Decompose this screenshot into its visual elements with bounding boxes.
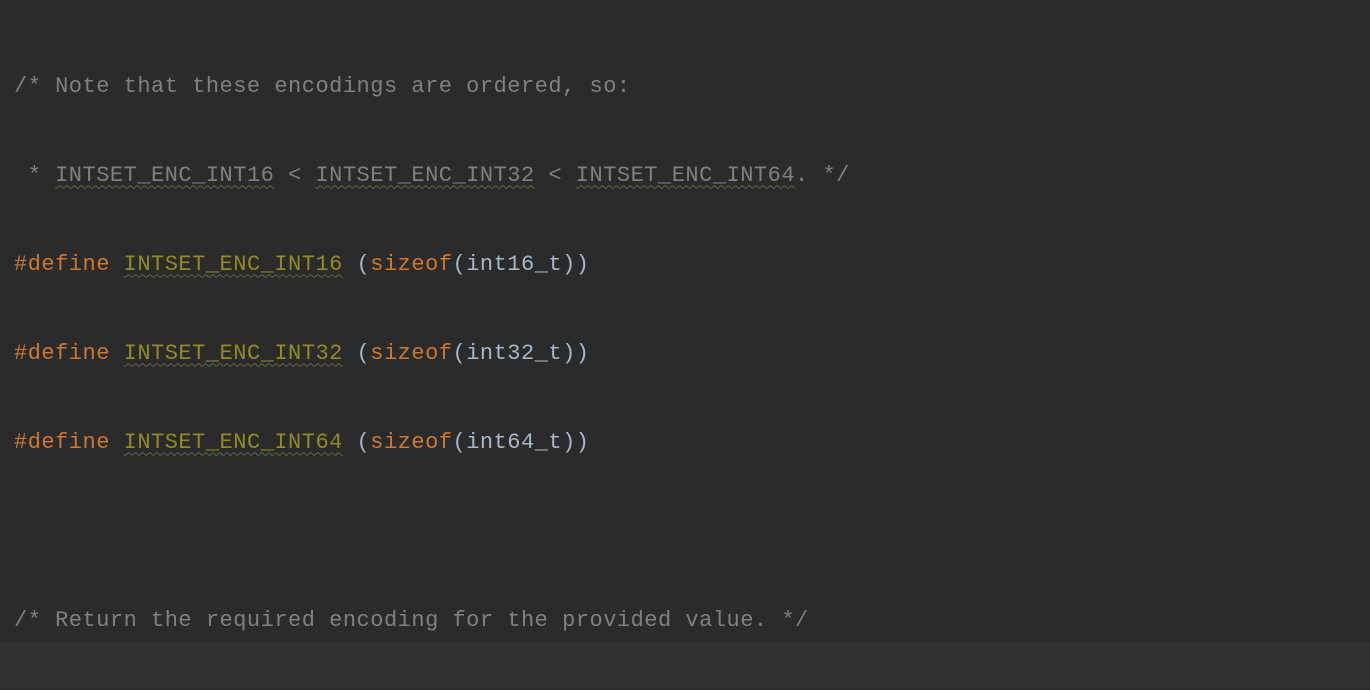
paren: ( [343, 430, 370, 455]
paren: ( [343, 341, 370, 366]
code-line[interactable]: #define INTSET_ENC_INT32 (sizeof(int32_t… [14, 332, 1370, 377]
code-line[interactable]: #define INTSET_ENC_INT16 (sizeof(int16_t… [14, 243, 1370, 288]
paren: )) [562, 252, 589, 277]
paren: )) [562, 430, 589, 455]
comment-text: /* Return the required encoding for the … [14, 608, 809, 633]
operator: < [535, 163, 576, 188]
code-line-empty[interactable] [14, 510, 1370, 555]
preprocessor: #define [14, 430, 124, 455]
comment-text: /* Note that these encodings are ordered… [14, 74, 631, 99]
code-line[interactable]: /* Note that these encodings are ordered… [14, 65, 1370, 110]
paren: ( [452, 430, 466, 455]
preprocessor: #define [14, 252, 124, 277]
type-name: int64_t [466, 430, 562, 455]
code-line[interactable]: #define INTSET_ENC_INT64 (sizeof(int64_t… [14, 421, 1370, 466]
sizeof-keyword: sizeof [370, 252, 452, 277]
macro-def: INTSET_ENC_INT16 [124, 252, 343, 277]
macro-def: INTSET_ENC_INT32 [124, 341, 343, 366]
macro-def: INTSET_ENC_INT64 [124, 430, 343, 455]
macro-ref: INTSET_ENC_INT64 [576, 163, 795, 188]
macro-ref: INTSET_ENC_INT16 [55, 163, 274, 188]
code-line[interactable]: /* Return the required encoding for the … [14, 599, 1370, 644]
operator: < [274, 163, 315, 188]
sizeof-keyword: sizeof [370, 341, 452, 366]
macro-ref: INTSET_ENC_INT32 [315, 163, 534, 188]
paren: )) [562, 341, 589, 366]
paren: ( [343, 252, 370, 277]
type-name: int16_t [466, 252, 562, 277]
code-line[interactable]: * INTSET_ENC_INT16 < INTSET_ENC_INT32 < … [14, 154, 1370, 199]
type-name: int32_t [466, 341, 562, 366]
paren: ( [452, 252, 466, 277]
code-editor[interactable]: /* Note that these encodings are ordered… [0, 0, 1370, 690]
preprocessor: #define [14, 341, 124, 366]
comment-text: . */ [795, 163, 850, 188]
paren: ( [452, 341, 466, 366]
comment-text: * [14, 163, 55, 188]
sizeof-keyword: sizeof [370, 430, 452, 455]
